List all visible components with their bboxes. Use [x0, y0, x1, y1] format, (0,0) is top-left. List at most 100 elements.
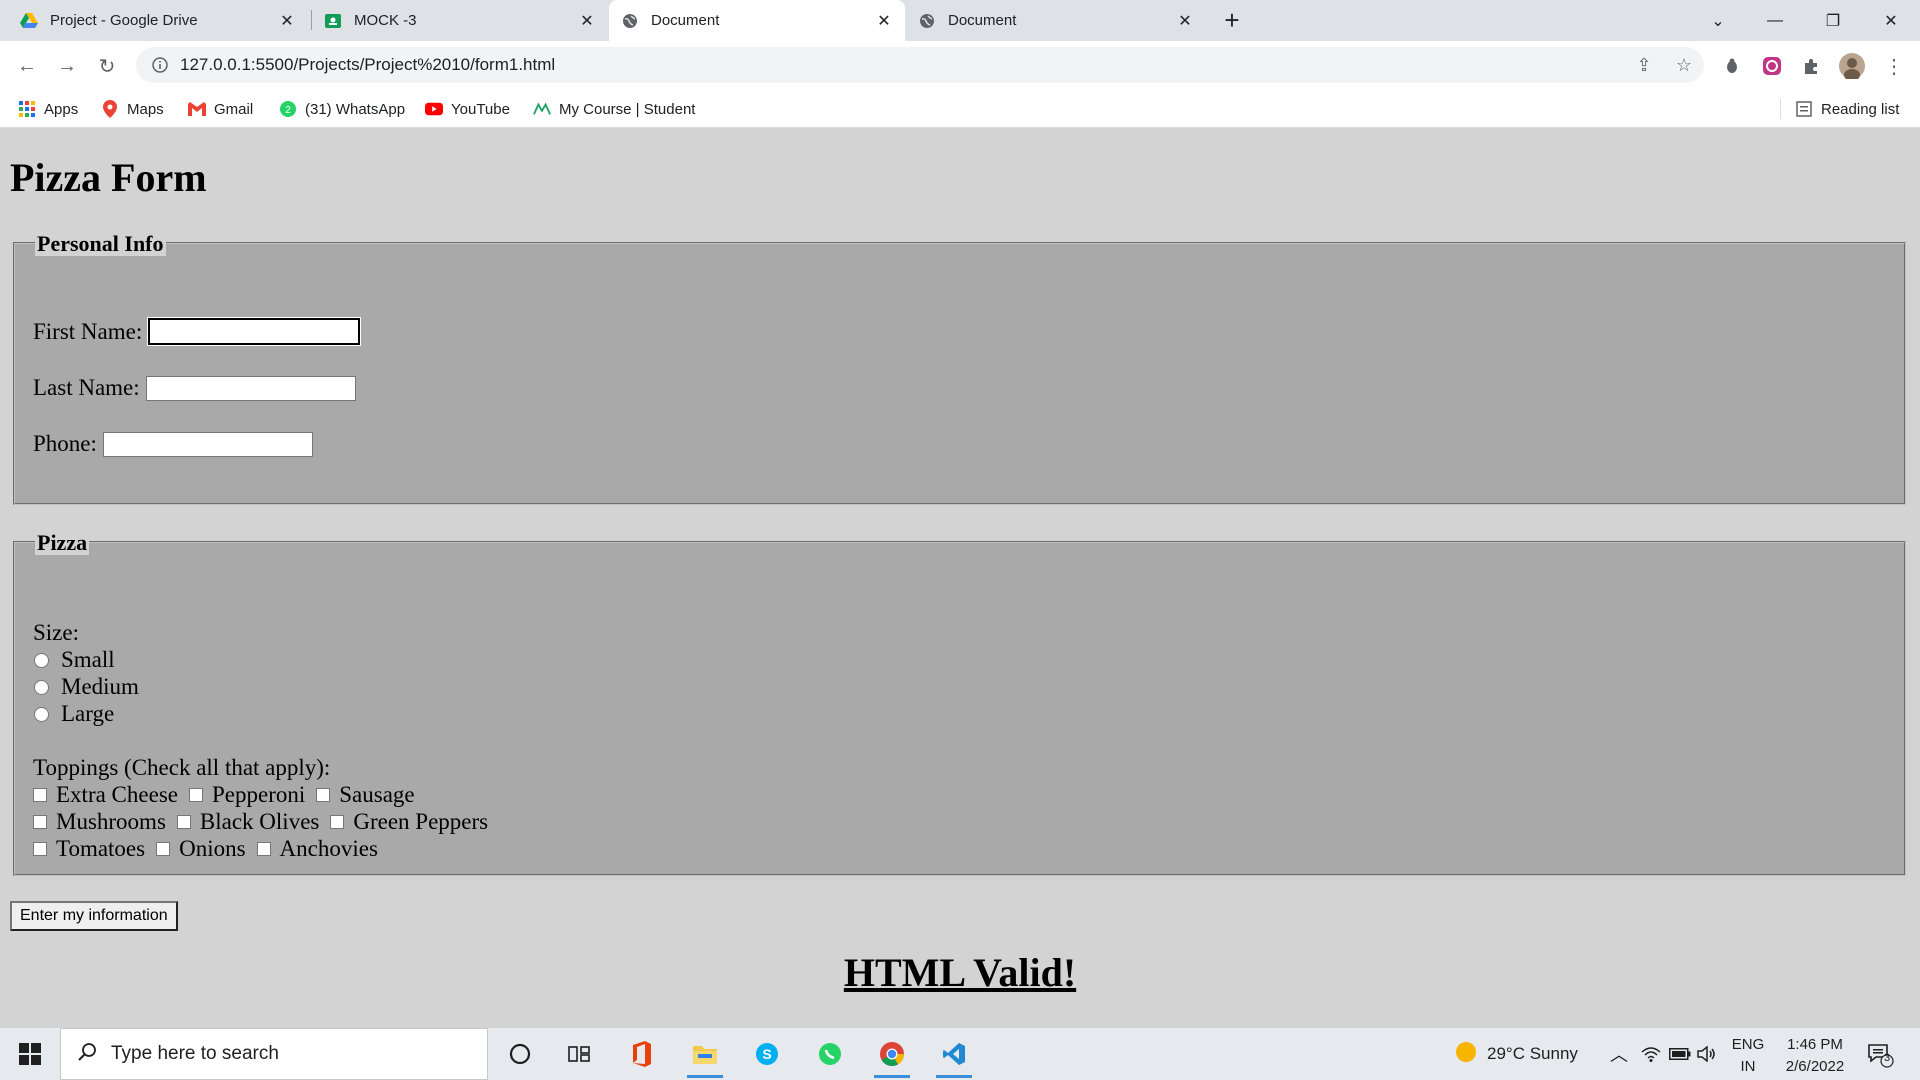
taskbar-search-box[interactable]: Type here to search — [60, 1028, 488, 1080]
back-button[interactable]: ← — [10, 49, 44, 83]
tab-document[interactable]: Document ✕ — [906, 0, 1206, 41]
topping-anchovies-checkbox[interactable] — [256, 842, 271, 856]
volume-icon[interactable] — [1697, 1028, 1717, 1080]
size-option-medium[interactable]: Medium — [26, 674, 139, 700]
html-valid-link[interactable]: HTML Valid! — [0, 949, 1920, 996]
submit-button[interactable]: Enter my information — [10, 901, 178, 931]
topping-mushrooms-checkbox[interactable] — [33, 815, 47, 829]
forward-button[interactable]: → — [50, 49, 84, 83]
bookmark-label: Apps — [44, 100, 79, 118]
tab-title: Document — [651, 12, 720, 29]
color-extension-icon[interactable] — [1758, 52, 1786, 80]
wifi-icon[interactable] — [1641, 1028, 1661, 1080]
office-icon[interactable] — [620, 1034, 664, 1074]
globe-icon — [918, 12, 936, 30]
size-small-radio[interactable] — [34, 652, 49, 668]
svg-text:S: S — [762, 1046, 771, 1062]
size-option-small[interactable]: Small — [26, 647, 115, 673]
language-code: ENG — [1731, 1036, 1765, 1053]
region-code: IN — [1740, 1058, 1756, 1075]
bookmark-my-course[interactable]: My Course | Student — [533, 91, 695, 127]
reading-list-button[interactable]: Reading list — [1795, 91, 1899, 127]
topping-label: Green Peppers — [353, 809, 489, 834]
search-icon — [77, 1042, 97, 1067]
bookmark-whatsapp[interactable]: 2 (31) WhatsApp — [279, 91, 405, 127]
bookmark-label: Gmail — [214, 100, 254, 118]
topping-label: Anchovies — [279, 836, 378, 861]
reload-button[interactable]: ↻ — [90, 49, 124, 83]
last-name-input[interactable] — [145, 375, 356, 401]
bookmark-gmail[interactable]: Gmail — [188, 91, 253, 127]
tab-google-drive[interactable]: Project - Google Drive ✕ — [8, 0, 308, 41]
first-name-input[interactable] — [147, 317, 362, 346]
svg-text:2: 2 — [285, 105, 291, 116]
bookmark-label: YouTube — [451, 100, 510, 118]
close-icon[interactable]: ✕ — [875, 11, 893, 31]
share-icon[interactable]: ⇪ — [1624, 55, 1664, 76]
profile-avatar[interactable] — [1838, 52, 1866, 80]
show-hidden-icons-chevron-icon[interactable]: ︿ — [1610, 1028, 1628, 1080]
gmail-icon — [188, 100, 206, 118]
topping-black-olives-checkbox[interactable] — [176, 815, 191, 829]
windows-start-icon[interactable] — [0, 1028, 60, 1080]
tab-mock-3[interactable]: MOCK -3 ✕ — [312, 0, 608, 41]
restore-button[interactable]: ❐ — [1810, 0, 1856, 41]
topping-label: Extra Cheese — [56, 782, 178, 807]
reading-list-icon — [1795, 100, 1813, 118]
file-explorer-icon[interactable] — [683, 1034, 727, 1078]
bookmark-youtube[interactable]: YouTube — [425, 91, 510, 127]
notification-count: 3 — [1883, 1052, 1891, 1064]
battery-icon[interactable] — [1669, 1028, 1691, 1080]
bookmark-maps[interactable]: Maps — [101, 91, 164, 127]
clock-date: 2/6/2022 — [1785, 1058, 1845, 1075]
topping-sausage-checkbox[interactable] — [316, 788, 331, 802]
skype-icon[interactable]: S — [745, 1034, 789, 1074]
size-option-large[interactable]: Large — [26, 701, 114, 727]
close-icon[interactable]: ✕ — [578, 11, 596, 31]
bookmarks-divider — [1780, 99, 1781, 119]
phone-input[interactable] — [102, 431, 313, 457]
topping-onions-checkbox[interactable] — [156, 842, 171, 856]
weather-text: 29°C Sunny — [1487, 1044, 1578, 1063]
whatsapp-taskbar-icon[interactable] — [808, 1034, 852, 1074]
chrome-menu-icon[interactable]: ⋮ — [1880, 52, 1908, 80]
first-name-label: First Name: — [33, 318, 143, 344]
bug-extension-icon[interactable] — [1718, 52, 1746, 80]
size-large-radio[interactable] — [34, 706, 49, 722]
window-close-button[interactable]: ✕ — [1868, 0, 1914, 41]
address-bar[interactable]: 127.0.0.1:5500/Projects/Project%2010/for… — [136, 47, 1704, 83]
topping-label: Pepperoni — [211, 782, 306, 807]
tab-bar: Project - Google Drive ✕ MOCK -3 ✕ Docum… — [0, 0, 1920, 41]
bookmark-star-icon[interactable]: ☆ — [1664, 55, 1704, 76]
size-medium-radio[interactable] — [34, 679, 49, 695]
extensions-puzzle-icon[interactable] — [1798, 52, 1826, 80]
vscode-icon[interactable] — [932, 1034, 976, 1078]
close-icon[interactable]: ✕ — [278, 11, 296, 31]
topping-pepperoni-checkbox[interactable] — [188, 788, 203, 802]
topping-tomatoes-checkbox[interactable] — [33, 842, 47, 856]
tab-search-chevron-icon[interactable]: ⌄ — [1695, 0, 1741, 41]
chrome-taskbar-icon[interactable] — [870, 1034, 914, 1078]
toppings-row: Extra Cheese Pepperoni Sausage — [26, 782, 419, 808]
toppings-label: Toppings (Check all that apply): — [33, 755, 331, 780]
search-placeholder: Type here to search — [111, 1043, 279, 1064]
notifications-icon[interactable]: 3 — [1866, 1028, 1894, 1080]
info-icon[interactable] — [140, 57, 180, 73]
language-indicator[interactable]: ENG IN — [1728, 1034, 1768, 1078]
new-tab-button[interactable]: + — [1217, 5, 1247, 35]
course-icon — [533, 100, 551, 118]
bookmark-apps[interactable]: Apps — [18, 91, 78, 127]
windows-taskbar: Type here to search S 29°C Sunny ︿ ENG I… — [0, 1028, 1920, 1080]
minimize-button[interactable]: — — [1752, 0, 1798, 41]
topping-label: Black Olives — [199, 809, 320, 834]
topping-green-peppers-checkbox[interactable] — [330, 815, 345, 829]
cortana-icon[interactable] — [498, 1034, 542, 1074]
weather-widget[interactable]: 29°C Sunny — [1455, 1028, 1578, 1080]
system-clock[interactable]: 1:46 PM 2/6/2022 — [1770, 1034, 1860, 1078]
task-view-icon[interactable] — [557, 1034, 601, 1074]
google-classroom-icon — [324, 12, 342, 30]
topping-extra-cheese-checkbox[interactable] — [33, 788, 47, 802]
tab-document-active[interactable]: Document ✕ — [609, 0, 905, 41]
reading-list-label: Reading list — [1821, 100, 1900, 118]
close-icon[interactable]: ✕ — [1176, 11, 1194, 31]
